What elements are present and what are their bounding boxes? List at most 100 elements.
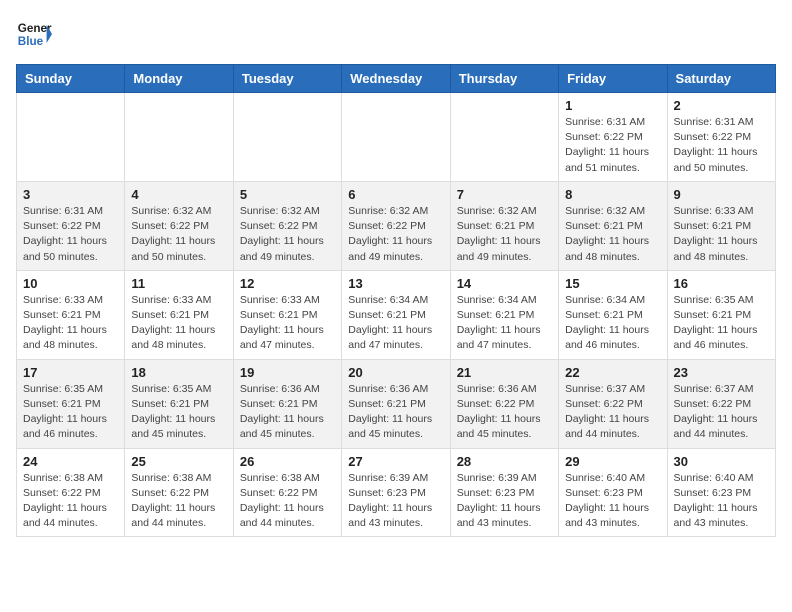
- day-number: 7: [457, 187, 552, 202]
- day-info: Sunrise: 6:36 AM Sunset: 6:21 PM Dayligh…: [240, 382, 335, 443]
- day-number: 10: [23, 276, 118, 291]
- day-info: Sunrise: 6:38 AM Sunset: 6:22 PM Dayligh…: [23, 471, 118, 532]
- day-number: 28: [457, 454, 552, 469]
- calendar-cell: 24 Sunrise: 6:38 AM Sunset: 6:22 PM Dayli…: [17, 448, 125, 537]
- calendar-cell: 20 Sunrise: 6:36 AM Sunset: 6:21 PM Dayli…: [342, 359, 450, 448]
- calendar-cell: 13 Sunrise: 6:34 AM Sunset: 6:21 PM Dayli…: [342, 270, 450, 359]
- calendar-cell: [342, 93, 450, 182]
- weekday-header-wednesday: Wednesday: [342, 65, 450, 93]
- weekday-header-tuesday: Tuesday: [233, 65, 341, 93]
- day-info: Sunrise: 6:32 AM Sunset: 6:22 PM Dayligh…: [131, 204, 226, 265]
- day-number: 13: [348, 276, 443, 291]
- day-number: 11: [131, 276, 226, 291]
- calendar-cell: 1Sunrise: 6:31 AM Sunset: 6:22 PM Daylig…: [559, 93, 667, 182]
- calendar-cell: 4 Sunrise: 6:32 AM Sunset: 6:22 PM Daylig…: [125, 181, 233, 270]
- week-row-1: 1 Sunrise: 6:31 AM Sunset: 6:22 PM Daylig…: [17, 93, 776, 182]
- day-info: Sunrise: 6:39 AM Sunset: 6:23 PM Dayligh…: [457, 471, 552, 532]
- day-info: Sunrise: 6:40 AM Sunset: 6:23 PM Dayligh…: [674, 471, 769, 532]
- day-info: Sunrise: 6:36 AM Sunset: 6:21 PM Dayligh…: [348, 382, 443, 443]
- day-number: 3: [23, 187, 118, 202]
- day-number: 17: [23, 365, 118, 380]
- calendar-cell: 22Sunrise: 6:37 AM Sunset: 6:22 PM Dayli…: [559, 359, 667, 448]
- calendar-cell: 27 Sunrise: 6:39 AM Sunset: 6:23 PM Dayli…: [342, 448, 450, 537]
- day-number: 27: [348, 454, 443, 469]
- calendar-cell: [17, 93, 125, 182]
- calendar-cell: 26 Sunrise: 6:38 AM Sunset: 6:22 PM Dayli…: [233, 448, 341, 537]
- day-info: Sunrise: 6:34 AM Sunset: 6:21 PM Dayligh…: [565, 293, 660, 354]
- day-number: 20: [348, 365, 443, 380]
- calendar-cell: 19 Sunrise: 6:36 AM Sunset: 6:21 PM Dayli…: [233, 359, 341, 448]
- calendar-cell: 9 Sunrise: 6:33 AM Sunset: 6:21 PM Daylig…: [667, 181, 775, 270]
- day-info: Sunrise: 6:35 AM Sunset: 6:21 PM Dayligh…: [23, 382, 118, 443]
- calendar-cell: [233, 93, 341, 182]
- calendar-cell: 12Sunrise: 6:33 AM Sunset: 6:21 PM Dayli…: [233, 270, 341, 359]
- weekday-header-sunday: Sunday: [17, 65, 125, 93]
- day-number: 14: [457, 276, 552, 291]
- day-info: Sunrise: 6:33 AM Sunset: 6:21 PM Dayligh…: [23, 293, 118, 354]
- day-info: Sunrise: 6:36 AM Sunset: 6:22 PM Dayligh…: [457, 382, 552, 443]
- calendar-cell: 16 Sunrise: 6:35 AM Sunset: 6:21 PM Dayli…: [667, 270, 775, 359]
- day-info: Sunrise: 6:32 AM Sunset: 6:22 PM Dayligh…: [240, 204, 335, 265]
- day-info: Sunrise: 6:34 AM Sunset: 6:21 PM Dayligh…: [457, 293, 552, 354]
- day-number: 1: [565, 98, 660, 113]
- day-info: Sunrise: 6:35 AM Sunset: 6:21 PM Dayligh…: [674, 293, 769, 354]
- weekday-header-saturday: Saturday: [667, 65, 775, 93]
- day-number: 9: [674, 187, 769, 202]
- day-info: Sunrise: 6:32 AM Sunset: 6:22 PM Dayligh…: [348, 204, 443, 265]
- day-number: 24: [23, 454, 118, 469]
- calendar-cell: 6 Sunrise: 6:32 AM Sunset: 6:22 PM Daylig…: [342, 181, 450, 270]
- calendar-cell: 14 Sunrise: 6:34 AM Sunset: 6:21 PM Dayli…: [450, 270, 558, 359]
- calendar-cell: [450, 93, 558, 182]
- svg-text:Blue: Blue: [18, 35, 44, 48]
- calendar-cell: 2 Sunrise: 6:31 AM Sunset: 6:22 PM Daylig…: [667, 93, 775, 182]
- day-info: Sunrise: 6:39 AM Sunset: 6:23 PM Dayligh…: [348, 471, 443, 532]
- day-number: 19: [240, 365, 335, 380]
- week-row-3: 10 Sunrise: 6:33 AM Sunset: 6:21 PM Dayli…: [17, 270, 776, 359]
- day-number: 2: [674, 98, 769, 113]
- day-number: 25: [131, 454, 226, 469]
- calendar-cell: 29 Sunrise: 6:40 AM Sunset: 6:23 PM Dayli…: [559, 448, 667, 537]
- logo: General Blue: [16, 16, 52, 52]
- day-number: 18: [131, 365, 226, 380]
- day-number: 26: [240, 454, 335, 469]
- calendar-cell: 15Sunrise: 6:34 AM Sunset: 6:21 PM Dayli…: [559, 270, 667, 359]
- logo-icon: General Blue: [16, 16, 52, 52]
- day-number: 23: [674, 365, 769, 380]
- week-row-2: 3 Sunrise: 6:31 AM Sunset: 6:22 PM Daylig…: [17, 181, 776, 270]
- day-number: 4: [131, 187, 226, 202]
- weekday-header-row: SundayMondayTuesdayWednesdayThursdayFrid…: [17, 65, 776, 93]
- day-info: Sunrise: 6:38 AM Sunset: 6:22 PM Dayligh…: [131, 471, 226, 532]
- day-number: 8: [565, 187, 660, 202]
- day-number: 16: [674, 276, 769, 291]
- calendar-cell: 11 Sunrise: 6:33 AM Sunset: 6:21 PM Dayli…: [125, 270, 233, 359]
- day-info: Sunrise: 6:33 AM Sunset: 6:21 PM Dayligh…: [240, 293, 335, 354]
- calendar-cell: 21Sunrise: 6:36 AM Sunset: 6:22 PM Dayli…: [450, 359, 558, 448]
- day-info: Sunrise: 6:34 AM Sunset: 6:21 PM Dayligh…: [348, 293, 443, 354]
- day-info: Sunrise: 6:32 AM Sunset: 6:21 PM Dayligh…: [565, 204, 660, 265]
- calendar-cell: 17 Sunrise: 6:35 AM Sunset: 6:21 PM Dayli…: [17, 359, 125, 448]
- day-info: Sunrise: 6:33 AM Sunset: 6:21 PM Dayligh…: [674, 204, 769, 265]
- day-number: 22: [565, 365, 660, 380]
- calendar-cell: 3 Sunrise: 6:31 AM Sunset: 6:22 PM Daylig…: [17, 181, 125, 270]
- calendar-cell: 23 Sunrise: 6:37 AM Sunset: 6:22 PM Dayli…: [667, 359, 775, 448]
- day-number: 29: [565, 454, 660, 469]
- day-number: 6: [348, 187, 443, 202]
- calendar-cell: 8 Sunrise: 6:32 AM Sunset: 6:21 PM Daylig…: [559, 181, 667, 270]
- page-header: General Blue: [16, 16, 776, 52]
- day-info: Sunrise: 6:37 AM Sunset: 6:22 PM Dayligh…: [674, 382, 769, 443]
- week-row-4: 17 Sunrise: 6:35 AM Sunset: 6:21 PM Dayli…: [17, 359, 776, 448]
- day-info: Sunrise: 6:38 AM Sunset: 6:22 PM Dayligh…: [240, 471, 335, 532]
- weekday-header-thursday: Thursday: [450, 65, 558, 93]
- day-info: Sunrise: 6:40 AM Sunset: 6:23 PM Dayligh…: [565, 471, 660, 532]
- day-info: Sunrise: 6:31 AM Sunset: 6:22 PM Dayligh…: [23, 204, 118, 265]
- day-number: 5: [240, 187, 335, 202]
- calendar-cell: 7Sunrise: 6:32 AM Sunset: 6:21 PM Daylig…: [450, 181, 558, 270]
- day-info: Sunrise: 6:33 AM Sunset: 6:21 PM Dayligh…: [131, 293, 226, 354]
- day-info: Sunrise: 6:35 AM Sunset: 6:21 PM Dayligh…: [131, 382, 226, 443]
- calendar-cell: 28 Sunrise: 6:39 AM Sunset: 6:23 PM Dayli…: [450, 448, 558, 537]
- day-info: Sunrise: 6:31 AM Sunset: 6:22 PM Dayligh…: [674, 115, 769, 176]
- calendar-table: SundayMondayTuesdayWednesdayThursdayFrid…: [16, 64, 776, 537]
- day-number: 30: [674, 454, 769, 469]
- week-row-5: 24 Sunrise: 6:38 AM Sunset: 6:22 PM Dayli…: [17, 448, 776, 537]
- calendar-cell: 30 Sunrise: 6:40 AM Sunset: 6:23 PM Dayli…: [667, 448, 775, 537]
